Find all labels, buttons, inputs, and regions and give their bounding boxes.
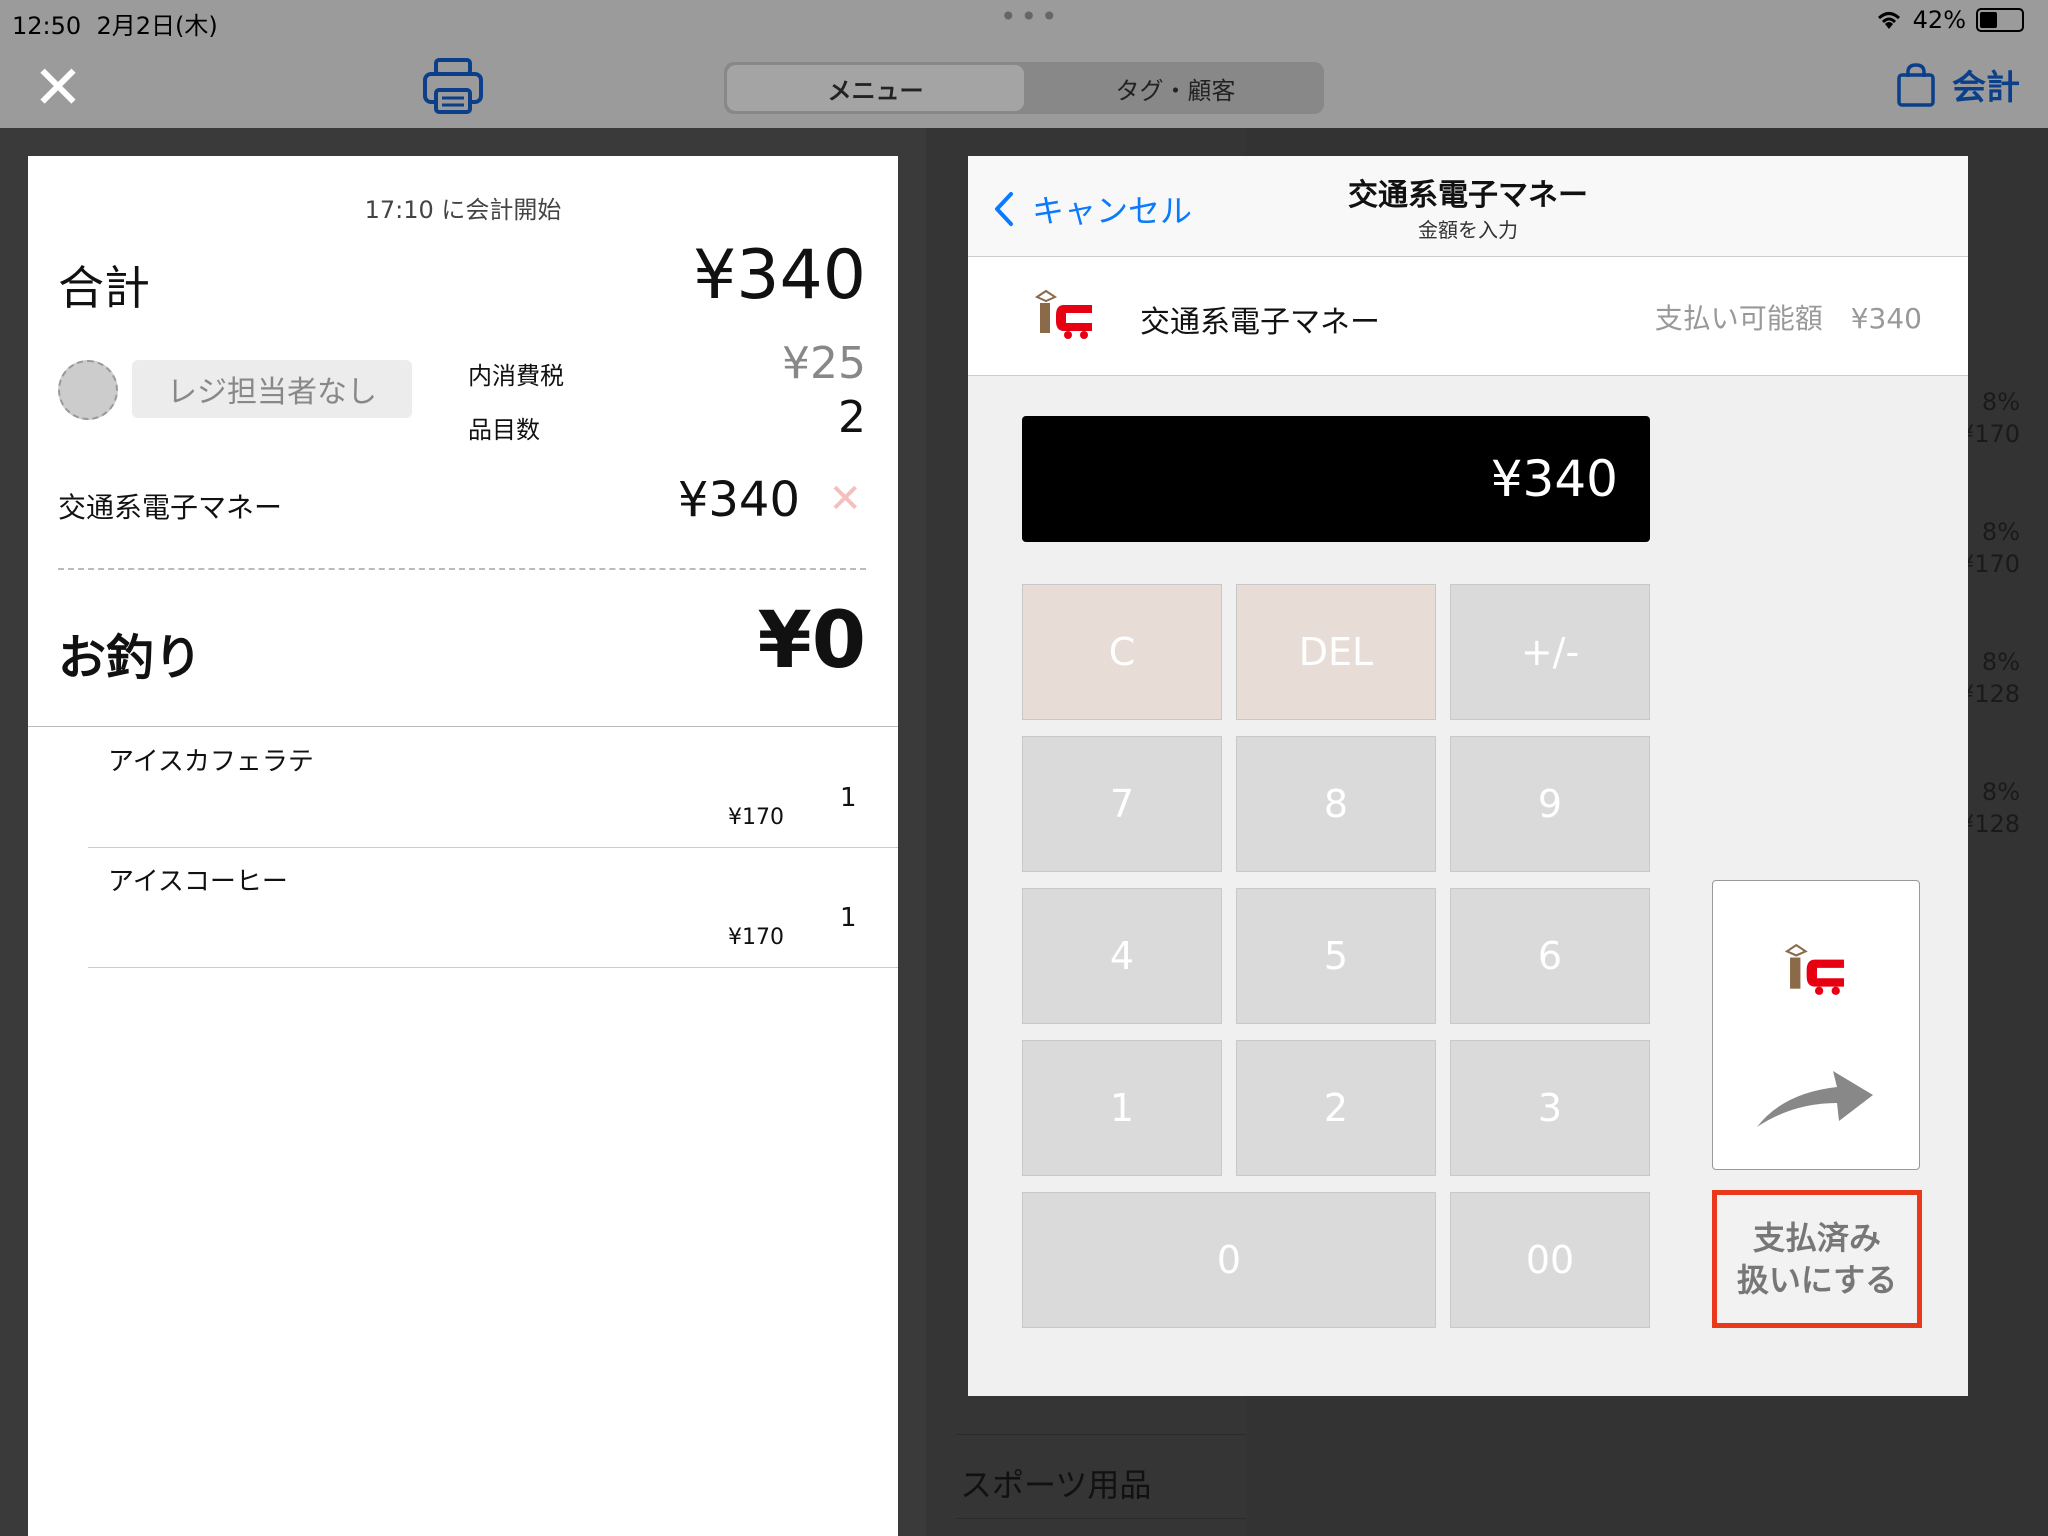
line-item[interactable]: アイスコーヒー ¥170 1 — [88, 847, 898, 968]
tab-menu[interactable]: メニュー — [727, 65, 1024, 111]
key-9[interactable]: 9 — [1450, 736, 1650, 872]
tax-value: ¥25 — [782, 338, 866, 389]
key-3[interactable]: 3 — [1450, 1040, 1650, 1176]
avatar[interactable] — [58, 360, 118, 420]
line-item-name: アイスカフェラテ — [108, 747, 314, 777]
status-time: 12:50 2月2日(木) — [12, 12, 218, 40]
receipt-panel: 17:10 に会計開始 合計 ¥340 レジ担当者なし 内消費税 ¥25 品目数… — [28, 156, 898, 1536]
amount-display: ¥340 — [1022, 416, 1650, 542]
ic-pay-button[interactable] — [1712, 880, 1920, 1170]
wifi-icon — [1877, 12, 1900, 29]
status-right: 42% — [1875, 6, 2024, 34]
item-count-label: 品目数 — [468, 416, 540, 444]
checkout-button[interactable]: 会計 — [1896, 60, 2020, 109]
product-price: 8% ¥170 — [1958, 388, 2020, 448]
key-4[interactable]: 4 — [1022, 888, 1222, 1024]
modal-header: 交通系電子マネー 金額を入力 キャンセル — [968, 156, 1968, 257]
cancel-label: キャンセル — [1032, 192, 1193, 230]
payment-method-name: 交通系電子マネー — [1140, 305, 1380, 340]
key-clear[interactable]: C — [1022, 584, 1222, 720]
remove-payment-icon[interactable]: ✕ — [828, 476, 862, 522]
key-1[interactable]: 1 — [1022, 1040, 1222, 1176]
key-2[interactable]: 2 — [1236, 1040, 1436, 1176]
line-item-qty: 1 — [840, 783, 857, 813]
key-sign[interactable]: +/- — [1450, 584, 1650, 720]
key-6[interactable]: 6 — [1450, 888, 1650, 1024]
battery-icon — [1976, 8, 2024, 32]
battery-percent: 42% — [1912, 6, 1966, 34]
total-value: ¥340 — [692, 236, 866, 315]
line-item[interactable]: アイスカフェラテ ¥170 1 — [88, 727, 898, 848]
change-label: お釣り — [58, 630, 203, 686]
printer-icon[interactable] — [422, 56, 484, 116]
dashed-divider — [58, 568, 866, 570]
payment-method-row: 交通系電子マネー 支払い可能額 ¥340 — [968, 257, 1968, 376]
checkout-label: 会計 — [1952, 68, 2020, 108]
cancel-button[interactable]: キャンセル — [994, 186, 1192, 232]
arrow-forward-icon — [1757, 1071, 1873, 1127]
key-5[interactable]: 5 — [1236, 888, 1436, 1024]
line-item-price: ¥170 — [728, 925, 784, 950]
divider — [956, 1518, 1246, 1519]
key-7[interactable]: 7 — [1022, 736, 1222, 872]
tab-tag-customer[interactable]: タグ・顧客 — [1027, 62, 1324, 114]
staff-selector[interactable]: レジ担当者なし — [132, 360, 412, 418]
checkout-start-time: 17:10 に会計開始 — [364, 196, 562, 224]
total-label: 合計 — [58, 261, 150, 315]
amount-entry-modal: 交通系電子マネー 金額を入力 キャンセル 交通系電子マネー 支払い可能額 ¥34… — [968, 156, 1968, 1396]
close-icon[interactable]: ✕ — [30, 58, 86, 118]
key-8[interactable]: 8 — [1236, 736, 1436, 872]
item-count-value: 2 — [838, 392, 866, 443]
product-price: 8% ¥170 — [1958, 518, 2020, 578]
status-bar: 12:50 2月2日(木) ••• 42% — [0, 0, 2048, 40]
product-price: 8% ¥128 — [1958, 778, 2020, 838]
mark-as-paid-button[interactable]: 支払済み 扱いにする — [1712, 1190, 1922, 1328]
payment-amount: ¥340 — [677, 472, 800, 528]
payment-method-label: 交通系電子マネー — [58, 491, 283, 524]
change-value: ¥0 — [757, 596, 866, 686]
product-price: 8% ¥128 — [1958, 648, 2020, 708]
tax-label: 内消費税 — [468, 362, 564, 390]
shopping-bag-icon — [1897, 62, 1935, 107]
ic-card-icon — [1034, 289, 1092, 339]
line-item-price: ¥170 — [728, 805, 784, 830]
battery-fill — [1980, 12, 1997, 28]
available-amount: 支払い可能額 ¥340 — [1654, 302, 1922, 335]
key-delete[interactable]: DEL — [1236, 584, 1436, 720]
top-nav: ✕ メニュー タグ・顧客 会計 — [0, 40, 2048, 128]
line-item-qty: 1 — [840, 903, 857, 933]
key-00[interactable]: 00 — [1450, 1192, 1650, 1328]
category-sports: スポーツ用品 — [960, 1466, 1152, 1504]
key-0[interactable]: 0 — [1022, 1192, 1436, 1328]
multitask-dots[interactable]: ••• — [1000, 0, 1062, 33]
chevron-left-icon — [995, 192, 1013, 226]
line-item-name: アイスコーヒー — [108, 867, 288, 897]
ic-card-icon — [1784, 943, 1845, 995]
menu-tag-segment: メニュー タグ・顧客 — [724, 62, 1324, 114]
divider — [956, 1434, 1246, 1435]
